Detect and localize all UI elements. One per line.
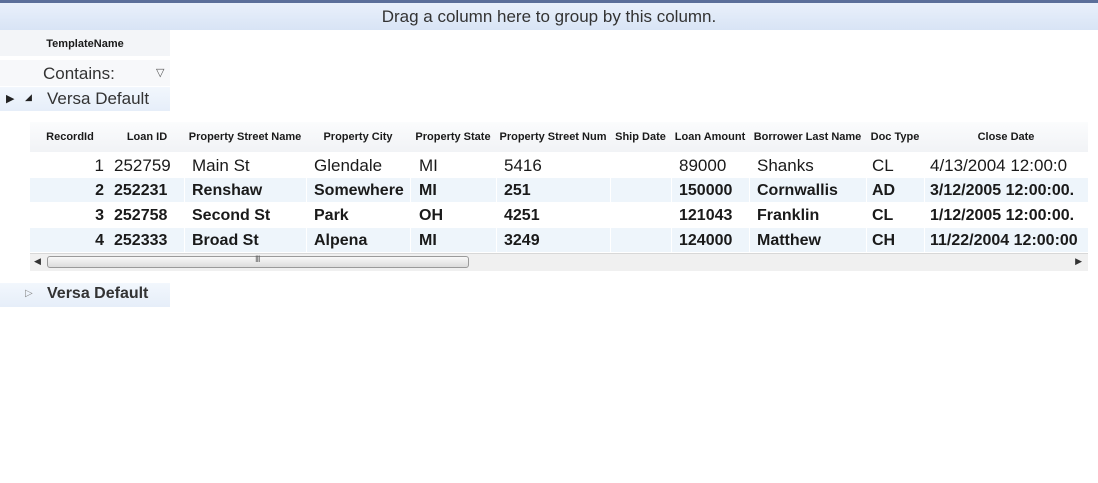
cell-doc-type: AD <box>872 182 896 199</box>
cell-close-date: 11/22/2004 12:00:00 <box>930 232 1078 249</box>
filter-operator-label: Contains: <box>43 64 115 83</box>
row-indicator-icon: ▶ <box>6 93 15 105</box>
cell-close-date: 3/12/2005 12:00:00. <box>930 182 1075 199</box>
cell-street-name: Second St <box>192 207 271 224</box>
column-header-recordid[interactable]: RecordId <box>30 122 110 152</box>
column-divider <box>496 152 497 252</box>
scrollbar-grip: III <box>255 254 260 264</box>
column-header-loan-id[interactable]: Loan ID <box>110 122 184 152</box>
cell-ship-date <box>610 178 671 203</box>
cell-loan-amount: 150000 <box>679 182 733 199</box>
column-header-label: TemplateName <box>46 38 124 50</box>
collapse-icon[interactable]: ◢ <box>25 92 32 103</box>
cell-doc-type: CL <box>872 207 894 224</box>
cell-loan-amount: 89000 <box>679 156 727 175</box>
cell-ship-date <box>610 153 671 178</box>
cell-loan-amount: 124000 <box>679 232 733 249</box>
column-header-property-city[interactable]: Property City <box>306 122 410 152</box>
column-header-templatename[interactable]: TemplateName <box>0 30 170 56</box>
cell-ship-date <box>610 203 671 228</box>
table-row[interactable]: 1 252759 Main St Glendale MI 5416 89000 … <box>30 153 1088 177</box>
cell-close-date: 4/13/2004 12:00:0 <box>930 156 1068 175</box>
cell-borrower-last-name: Franklin <box>757 207 820 224</box>
horizontal-scrollbar[interactable]: ◀ III ▶ <box>30 253 1088 271</box>
column-header-loan-amount[interactable]: Loan Amount <box>671 122 749 152</box>
column-header-close-date[interactable]: Close Date <box>924 122 1088 152</box>
cell-doc-type: CH <box>872 232 896 249</box>
grid-header-row: RecordId Loan ID Property Street Name Pr… <box>30 122 1088 153</box>
column-divider <box>924 152 925 252</box>
cell-record-id: 1 <box>94 156 104 175</box>
cell-loan-id: 252758 <box>114 207 168 224</box>
cell-borrower-last-name: Matthew <box>757 232 821 249</box>
column-divider <box>410 152 411 252</box>
scrollbar-thumb[interactable]: III <box>47 254 469 268</box>
expand-icon[interactable]: ▷ <box>25 288 33 299</box>
group-label: Versa Default <box>47 285 149 302</box>
cell-ship-date <box>610 228 671 253</box>
cell-city: Glendale <box>314 156 383 175</box>
column-header-doc-type[interactable]: Doc Type <box>866 122 924 152</box>
cell-state: MI <box>419 232 437 249</box>
column-header-property-state[interactable]: Property State <box>410 122 496 152</box>
cell-borrower-last-name: Shanks <box>757 156 814 175</box>
cell-doc-type: CL <box>872 156 894 175</box>
column-header-borrower-last-name[interactable]: Borrower Last Name <box>749 122 866 152</box>
cell-city: Alpena <box>314 232 368 249</box>
cell-street-name: Main St <box>192 156 250 175</box>
filter-row: Contains: ▽ <box>0 60 170 86</box>
cell-street-num: 4251 <box>504 207 540 224</box>
cell-street-name: Broad St <box>192 232 259 249</box>
cell-city: Somewhere <box>314 182 404 199</box>
cell-state: MI <box>419 182 437 199</box>
group-by-panel[interactable]: Drag a column here to group by this colu… <box>0 0 1098 30</box>
cell-loan-id: 252759 <box>114 156 171 175</box>
column-divider <box>306 152 307 252</box>
group-label: Versa Default <box>47 89 150 108</box>
cell-loan-id: 252231 <box>114 182 168 199</box>
inner-data-grid: RecordId Loan ID Property Street Name Pr… <box>30 122 1088 270</box>
scroll-left-icon[interactable]: ◀ <box>34 256 41 267</box>
table-row[interactable]: 2 252231 Renshaw Somewhere MI 251 150000… <box>30 178 1088 202</box>
filter-icon[interactable]: ▽ <box>156 66 164 79</box>
cell-state: MI <box>419 156 438 175</box>
cell-close-date: 1/12/2005 12:00:00. <box>930 207 1075 224</box>
cell-state: OH <box>419 207 443 224</box>
cell-loan-amount: 121043 <box>679 207 733 224</box>
column-divider <box>866 152 867 252</box>
column-header-ship-date[interactable]: Ship Date <box>610 122 671 152</box>
cell-city: Park <box>314 207 349 224</box>
table-row[interactable]: 3 252758 Second St Park OH 4251 121043 F… <box>30 203 1088 227</box>
cell-street-name: Renshaw <box>192 182 263 199</box>
group-row-expanded[interactable]: ▶ ◢ Versa Default <box>0 87 170 111</box>
cell-borrower-last-name: Cornwallis <box>757 182 838 199</box>
column-divider <box>749 152 750 252</box>
column-divider <box>610 152 611 252</box>
column-header-property-street-name[interactable]: Property Street Name <box>184 122 306 152</box>
cell-record-id: 2 <box>95 182 104 199</box>
group-by-hint: Drag a column here to group by this colu… <box>381 7 717 26</box>
column-divider <box>671 152 672 252</box>
cell-street-num: 5416 <box>504 156 542 175</box>
scroll-right-icon[interactable]: ▶ <box>1075 256 1082 267</box>
table-row[interactable]: 4 252333 Broad St Alpena MI 3249 124000 … <box>30 228 1088 252</box>
column-header-property-street-num[interactable]: Property Street Num <box>496 122 610 152</box>
group-row-collapsed[interactable]: ▷ Versa Default <box>0 283 170 307</box>
cell-record-id: 4 <box>95 232 104 249</box>
cell-street-num: 3249 <box>504 232 540 249</box>
cell-street-num: 251 <box>504 182 531 199</box>
cell-loan-id: 252333 <box>114 232 168 249</box>
column-divider <box>184 152 185 252</box>
cell-record-id: 3 <box>95 207 104 224</box>
